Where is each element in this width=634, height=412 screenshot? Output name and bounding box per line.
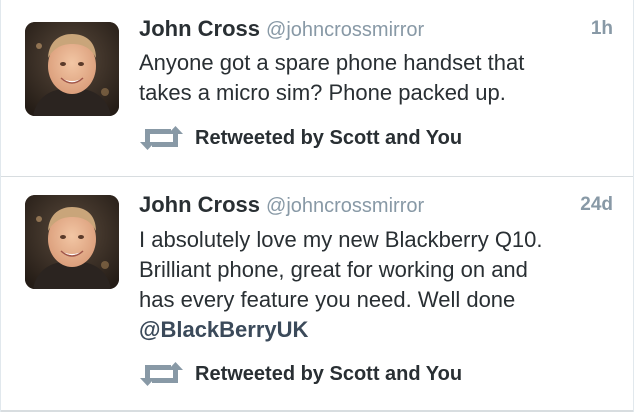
tweet-text-line: Anyone got a spare phone handset that bbox=[139, 50, 525, 75]
avatar-photo-icon bbox=[25, 22, 119, 116]
tweet-timeline: John Cross @johncrossmirror 1h Anyone got… bbox=[0, 0, 634, 412]
mention-link[interactable]: @BlackBerryUK bbox=[139, 317, 308, 342]
author-name[interactable]: John Cross bbox=[139, 192, 260, 217]
tweet-text-line: has every feature you need. Well done bbox=[139, 287, 516, 312]
retweet-context: Retweeted by Scott and You bbox=[139, 123, 462, 153]
retweet-context: Retweeted by Scott and You bbox=[139, 359, 462, 389]
tweet-text-line: takes a micro sim? Phone packed up. bbox=[139, 80, 506, 105]
tweet[interactable]: John Cross @johncrossmirror 24d I absolut… bbox=[1, 177, 633, 412]
retweeted-by-label[interactable]: Retweeted by Scott and You bbox=[195, 363, 462, 386]
tweet-text-line: I absolutely love my new Blackberry Q10. bbox=[139, 227, 543, 252]
author-name[interactable]: John Cross bbox=[139, 16, 260, 41]
avatar-photo-icon bbox=[25, 195, 119, 289]
tweet-text-line: Brilliant phone, great for working on an… bbox=[139, 257, 528, 282]
tweet-timestamp[interactable]: 24d bbox=[580, 194, 613, 216]
tweet[interactable]: John Cross @johncrossmirror 1h Anyone got… bbox=[1, 0, 633, 176]
avatar[interactable] bbox=[25, 195, 119, 289]
retweet-icon[interactable] bbox=[139, 125, 185, 151]
author-username[interactable]: @johncrossmirror bbox=[266, 195, 424, 217]
tweet-header: John Cross @johncrossmirror 24d bbox=[139, 192, 613, 222]
retweet-icon[interactable] bbox=[139, 361, 185, 387]
retweeted-by-label[interactable]: Retweeted by Scott and You bbox=[195, 127, 462, 150]
avatar[interactable] bbox=[25, 22, 119, 116]
author-username[interactable]: @johncrossmirror bbox=[266, 19, 424, 41]
tweet-text: Anyone got a spare phone handset that ta… bbox=[139, 48, 619, 108]
tweet-header: John Cross @johncrossmirror 1h bbox=[139, 16, 613, 46]
tweet-timestamp[interactable]: 1h bbox=[591, 18, 613, 40]
tweet-text: I absolutely love my new Blackberry Q10.… bbox=[139, 225, 619, 345]
